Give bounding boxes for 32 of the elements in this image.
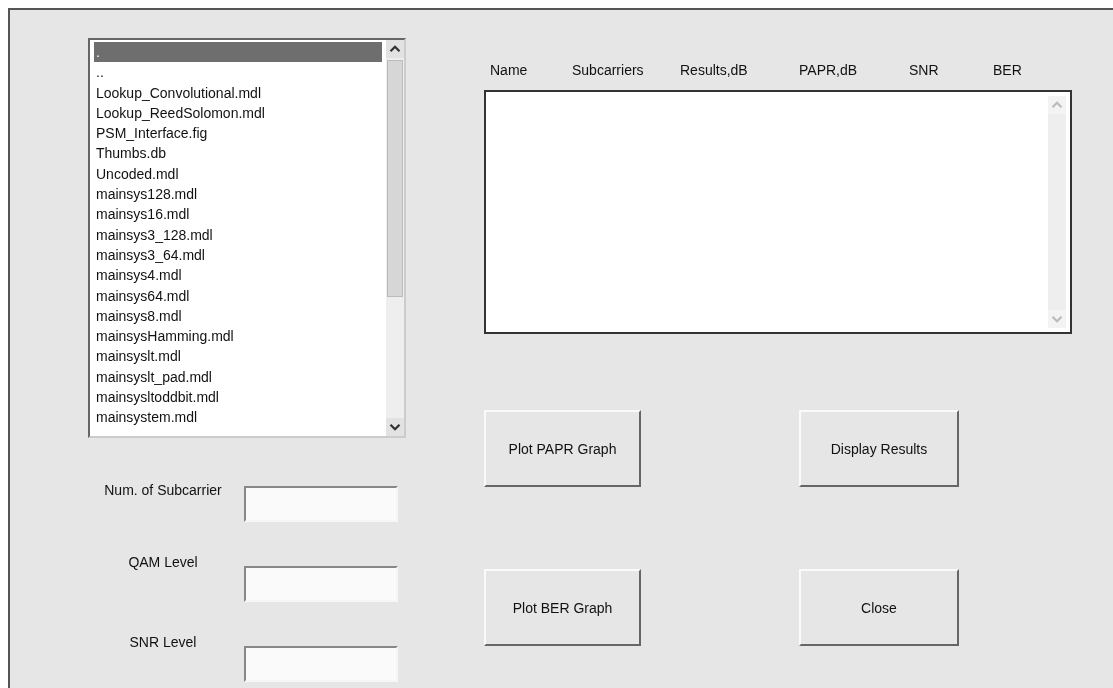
column-header: Results,dB xyxy=(680,62,749,80)
column-header: Subcarriers xyxy=(572,62,645,80)
file-list-item[interactable]: Lookup_ReedSolomon.mdl xyxy=(94,102,382,124)
file-list-item[interactable]: mainsys16.mdl xyxy=(94,204,382,225)
file-list-item[interactable]: mainsys4.mdl xyxy=(94,265,382,286)
action-button[interactable]: Display Results xyxy=(799,410,959,487)
column-header: SNR xyxy=(909,62,940,80)
file-list-item[interactable]: mainsys3_128.mdl xyxy=(94,224,382,245)
file-list-item[interactable]: . xyxy=(94,42,382,63)
field-label: SNR Level xyxy=(128,634,198,650)
field-label: QAM Level xyxy=(127,554,199,570)
file-list-item[interactable]: mainsys128.mdl xyxy=(94,184,382,205)
file-list-item[interactable]: Uncoded.mdl xyxy=(94,163,382,185)
file-list-item[interactable]: mainsyslt_pad.mdl xyxy=(94,366,382,388)
file-list-item[interactable]: Lookup_Convolutional.mdl xyxy=(94,82,382,103)
file-list-item[interactable]: mainsys8.mdl xyxy=(94,305,382,327)
file-list-item[interactable]: PSM_Interface.fig xyxy=(94,123,382,144)
file-list-item[interactable]: Thumbs.db xyxy=(94,143,382,164)
file-list-item[interactable]: mainsystem.mdl xyxy=(94,407,382,428)
file-list-item[interactable]: mainsyslt.mdl xyxy=(94,346,382,367)
column-header: PAPR,dB xyxy=(799,62,859,80)
field-label: Num. of Subcarrier xyxy=(103,482,223,498)
file-list-item[interactable]: mainsysltoddbit.mdl xyxy=(94,387,382,408)
file-list-item[interactable]: mainsys64.mdl xyxy=(94,285,382,306)
action-button[interactable]: Plot PAPR Graph xyxy=(484,410,641,487)
file-list-item[interactable]: mainsysHamming.mdl xyxy=(94,326,382,347)
action-button[interactable]: Close xyxy=(799,569,959,646)
column-header: Name xyxy=(490,62,529,80)
column-header: BER xyxy=(993,62,1023,80)
action-button[interactable]: Plot BER Graph xyxy=(484,569,641,646)
file-list-item[interactable]: mainsys3_64.mdl xyxy=(94,244,382,266)
file-list-item[interactable]: .. xyxy=(94,62,382,83)
